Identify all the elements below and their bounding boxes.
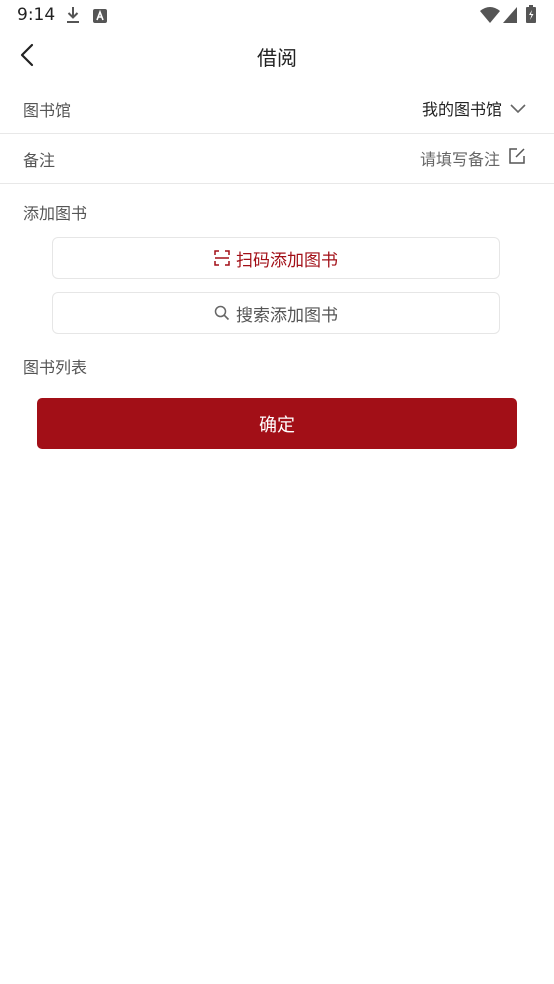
search-add-book-button[interactable]: 搜索添加图书 [52, 292, 500, 334]
add-books-label: 添加图书 [23, 204, 88, 223]
search-icon [214, 305, 230, 321]
note-input[interactable]: 请填写备注 [420, 146, 526, 170]
note-row: 备注 请填写备注 [0, 133, 554, 184]
library-row: 图书馆 我的图书馆 [0, 83, 554, 134]
confirm-button[interactable]: 确定 [37, 398, 517, 449]
a-notification-icon [93, 8, 107, 27]
scan-add-book-label: 扫码添加图书 [236, 250, 338, 271]
status-bar: 9:14 [0, 0, 554, 30]
signal-icon [503, 7, 517, 27]
wifi-icon [480, 7, 500, 27]
library-value: 我的图书馆 [421, 100, 502, 119]
library-select[interactable]: 我的图书馆 [422, 96, 526, 120]
book-list-label: 图书列表 [23, 358, 88, 377]
library-label: 图书馆 [23, 101, 72, 120]
page-title: 借阅 [257, 46, 297, 70]
download-icon [66, 6, 80, 28]
search-add-book-label: 搜索添加图书 [236, 305, 338, 326]
battery-icon [526, 5, 536, 27]
scan-icon [214, 250, 230, 266]
chevron-down-icon [510, 99, 526, 118]
scan-add-book-button[interactable]: 扫码添加图书 [52, 237, 500, 279]
note-label: 备注 [23, 151, 56, 170]
edit-icon [508, 147, 526, 169]
status-time: 9:14 [17, 5, 56, 25]
note-placeholder: 请填写备注 [419, 150, 500, 169]
app-bar: 借阅 [0, 30, 554, 84]
